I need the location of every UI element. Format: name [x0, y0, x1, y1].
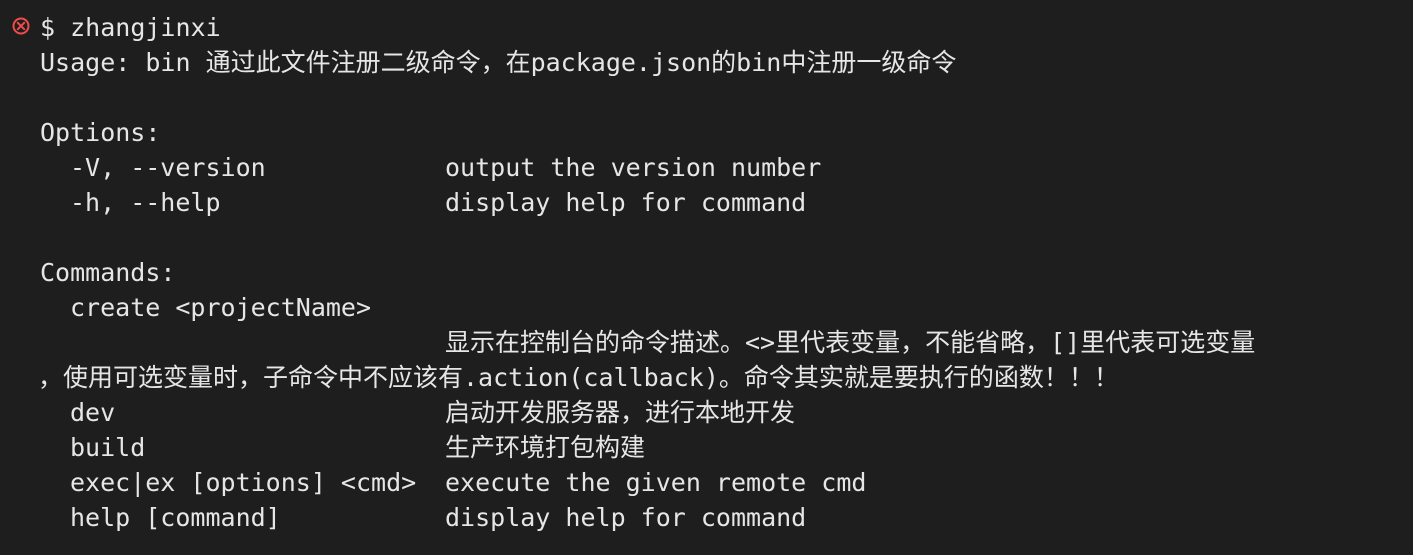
prompt-line: $ zhangjinxi [40, 10, 221, 45]
commands-header: Commands: [40, 258, 176, 287]
option-flag: -V, --version [70, 153, 266, 182]
command-name: build [70, 433, 146, 462]
options-header: Options: [40, 118, 161, 147]
command-description: 启动开发服务器，进行本地开发 [445, 398, 796, 427]
command-name: create <projectName> [70, 293, 372, 322]
option-flag: -h, --help [70, 188, 221, 217]
command-description-wrap: ，使用可选变量时，子命令中不应该有.action(callback)。命令其实就… [38, 363, 1119, 392]
option-description: output the version number [445, 153, 822, 182]
option-description: display help for command [445, 188, 807, 217]
command-description: 显示在控制台的命令描述。<>里代表变量，不能省略，[]里代表可选变量 [445, 328, 1256, 357]
prompt-symbol: $ [40, 13, 56, 42]
command-name: exec|ex [options] <cmd> [70, 468, 417, 497]
terminal-output[interactable]: $ zhangjinxi Usage: bin 通过此文件注册二级命令，在pac… [0, 0, 1413, 555]
prompt-command: zhangjinxi [70, 13, 221, 42]
command-description: display help for command [445, 503, 807, 532]
command-name: help [command] [70, 503, 281, 532]
command-name: dev [70, 398, 116, 427]
command-description: 生产环境打包构建 [445, 433, 646, 462]
error-circle-icon[interactable] [11, 16, 31, 36]
usage-line: Usage: bin 通过此文件注册二级命令，在package.json的bin… [40, 48, 957, 77]
command-description: execute the given remote cmd [445, 468, 867, 497]
